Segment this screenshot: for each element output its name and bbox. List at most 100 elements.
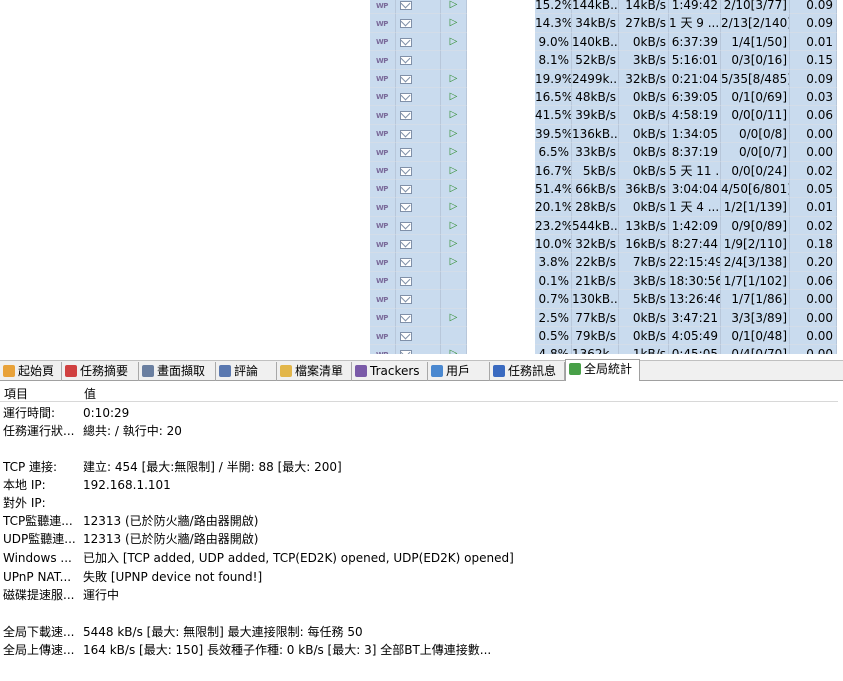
tab-check[interactable]: 任務摘要	[62, 362, 139, 381]
task-upload-speed: 0kB/s	[619, 327, 669, 346]
task-row[interactable]: WP ▷ 9.0% 140kB... 0kB/s 6:37:39 1/4[1/50] 0.01	[370, 32, 840, 52]
stats-value: 已加入 [TCP added, UDP added, TCP(ED2K) ope…	[83, 551, 514, 565]
play-icon[interactable]	[441, 290, 467, 309]
task-row[interactable]: WP ▷ 51.4% 66kB/s 36kB/s 3:04:04 4/50[6/801] 0.…	[370, 179, 840, 199]
task-row[interactable]: WP ▷ 10.0% 32kB/s 16kB/s 8:27:44 1/9[2/110] 0.1…	[370, 235, 840, 254]
play-icon[interactable]: ▷	[441, 143, 467, 162]
task-upload-speed: 0kB/s	[619, 161, 669, 180]
play-icon[interactable]: ▷	[441, 69, 467, 88]
task-upload-speed: 27kB/s	[619, 14, 669, 33]
task-type-icon: WP	[370, 179, 396, 199]
task-share-ratio: 0.09	[790, 14, 837, 33]
play-icon[interactable]: ▷	[441, 179, 467, 199]
play-icon[interactable]: ▷	[441, 345, 467, 354]
task-mail-icon	[396, 14, 441, 33]
play-icon[interactable]: ▷	[441, 253, 467, 272]
task-progress: 16.5%	[535, 87, 572, 107]
task-list[interactable]: WP ▷ 15.2% 144kB... 14kB/s 1:49:42 2/10[3/77] 0…	[370, 0, 840, 354]
tab-stats[interactable]: 全局統計	[565, 359, 640, 381]
tab-info[interactable]: 任務訊息	[490, 362, 565, 381]
task-progress: 41.5%	[535, 106, 572, 125]
task-row[interactable]: WP ▷ 16.5% 48kB/s 0kB/s 6:39:05 0/1[0/69] 0.03	[370, 87, 840, 107]
task-row[interactable]: WP ▷ 16.7%5kB/s0kB/s5 天 11 ...0/0[0/24]0.0…	[370, 161, 840, 180]
task-progress: 0.1%	[535, 271, 572, 291]
task-row[interactable]: WP 0.5% 79kB/s 0kB/s 4:05:49 0/1[0/48] 0.00	[370, 327, 840, 346]
tab-tracker[interactable]: Trackers	[352, 362, 428, 381]
task-mail-icon	[396, 327, 441, 346]
info-icon	[493, 365, 505, 377]
play-icon[interactable]	[441, 271, 467, 291]
task-upload-speed: 0kB/s	[619, 198, 669, 217]
task-name-cell	[467, 198, 535, 217]
play-icon[interactable]: ▷	[441, 161, 467, 180]
folder-icon	[280, 365, 292, 377]
task-progress: 3.8%	[535, 253, 572, 272]
task-remaining-time: 4:58:19	[669, 106, 721, 125]
task-share-ratio: 0.02	[790, 216, 837, 236]
stats-key: TCP 連接:	[3, 460, 58, 474]
column-header-item[interactable]: 項目	[4, 385, 28, 402]
task-row[interactable]: WP ▷ 23.2% 544kB... 13kB/s 1:42:09 0/9[0/89] 0.…	[370, 216, 840, 236]
task-share-ratio: 0.00	[790, 124, 837, 144]
task-row[interactable]: WP 0.1% 21kB/s 3kB/s 18:30:56 1/7[1/102] 0.06	[370, 271, 840, 291]
mail-icon	[400, 1, 412, 10]
task-share-ratio: 0.01	[790, 32, 837, 52]
tab-home[interactable]: 起始頁	[0, 362, 62, 381]
play-icon[interactable]: ▷	[441, 14, 467, 33]
task-type-icon: WP	[370, 87, 396, 107]
task-row[interactable]: WP ▷ 15.2% 144kB... 14kB/s 1:49:42 2/10[3/77] 0…	[370, 0, 840, 15]
wp-icon: WP	[376, 346, 388, 354]
task-upload-speed: 32kB/s	[619, 69, 669, 88]
task-row[interactable]: WP ▷ 20.1% 28kB/s 0kB/s 1 天 4 ... 1/2[1/139] 0.…	[370, 198, 840, 217]
task-row[interactable]: WP ▷ 14.3% 34kB/s 27kB/s 1 天 9 ... 2/13[2/140]…	[370, 14, 840, 33]
task-row[interactable]: WP ▷ 39.5% 136kB... 0kB/s 1:34:05 0/0[0/8] 0.00	[370, 124, 840, 144]
play-icon[interactable]: ▷	[441, 106, 467, 125]
task-share-ratio: 0.18	[790, 235, 837, 254]
task-type-icon: WP	[370, 290, 396, 309]
tab-comment[interactable]: 評論	[216, 362, 277, 381]
task-download-speed: 5kB/s	[572, 161, 619, 180]
task-remaining-time: 6:37:39	[669, 32, 721, 52]
task-upload-speed: 0kB/s	[619, 32, 669, 52]
play-icon[interactable]: ▷	[441, 308, 467, 328]
task-type-icon: WP	[370, 198, 396, 217]
task-progress: 2.5%	[535, 308, 572, 328]
play-icon[interactable]: ▷	[441, 198, 467, 217]
play-icon[interactable]	[441, 51, 467, 70]
play-icon[interactable]: ▷	[441, 87, 467, 107]
stats-value: 12313 (已於防火牆/路由器開啟)	[83, 514, 259, 528]
task-row[interactable]: WP 0.7% 130kB... 5kB/s 13:26:46 1/7[1/86] 0.00	[370, 290, 840, 309]
task-progress: 6.5%	[535, 143, 572, 162]
play-icon[interactable]: ▷	[441, 216, 467, 236]
task-remaining-time: 18:30:56	[669, 271, 721, 291]
task-row[interactable]: WP ▷ 3.8% 22kB/s 7kB/s 22:15:49 2/4[3/138] 0.20	[370, 253, 840, 272]
task-progress: 15.2%	[535, 0, 572, 15]
tab-screenshot[interactable]: 畫面擷取	[139, 362, 216, 381]
tab-folder[interactable]: 檔案清單	[277, 362, 352, 381]
stats-key: 任務運行狀...	[3, 424, 75, 438]
column-header-value[interactable]: 值	[84, 385, 96, 402]
task-row[interactable]: WP ▷ 2.5% 77kB/s 0kB/s 3:47:21 3/3[3/89] 0.00	[370, 308, 840, 328]
tab-user[interactable]: 用戶	[428, 362, 490, 381]
mail-icon	[400, 203, 412, 213]
task-row[interactable]: WP ▷ 19.9% 2499k... 32kB/s 0:21:04 5/35[8/485]…	[370, 69, 840, 88]
task-name-cell	[467, 216, 535, 236]
task-upload-speed: 0kB/s	[619, 308, 669, 328]
tab-label: 起始頁	[18, 364, 55, 378]
task-name-cell	[467, 235, 535, 254]
task-row[interactable]: WP ▷ 4.8%1362k...1kB/s0:45:050/4[0/70]0.00	[370, 345, 840, 354]
task-name-cell	[467, 87, 535, 107]
play-icon[interactable]: ▷	[441, 32, 467, 52]
task-mail-icon	[396, 106, 441, 125]
task-download-speed: 79kB/s	[572, 327, 619, 346]
task-row[interactable]: WP ▷ 6.5% 33kB/s 0kB/s 8:37:19 0/0[0/7] 0.00	[370, 143, 840, 162]
task-share-ratio: 0.00	[790, 345, 837, 354]
task-row[interactable]: WP ▷ 41.5% 39kB/s 0kB/s 4:58:19 0/0[0/11] 0.06	[370, 106, 840, 125]
play-icon[interactable]	[441, 327, 467, 346]
task-peers: 0/0[0/8]	[721, 124, 790, 144]
play-icon[interactable]: ▷	[441, 0, 467, 15]
wp-icon: WP	[376, 332, 388, 341]
play-icon[interactable]: ▷	[441, 235, 467, 254]
play-icon[interactable]: ▷	[441, 124, 467, 144]
task-row[interactable]: WP 8.1% 52kB/s 3kB/s 5:16:01 0/3[0/16] 0.15	[370, 51, 840, 70]
